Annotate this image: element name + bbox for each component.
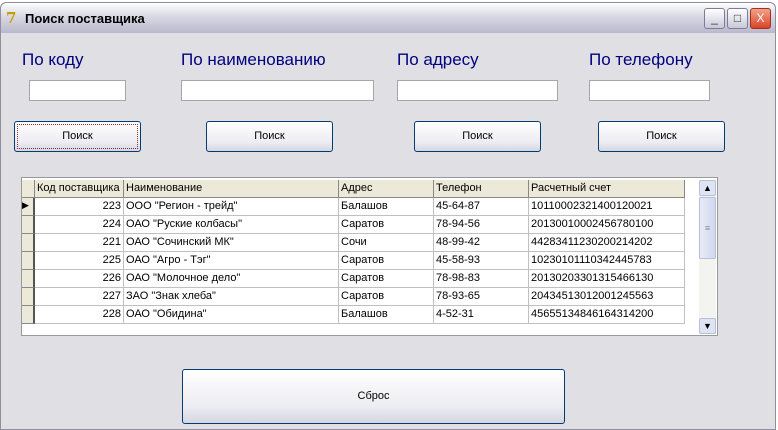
vertical-scrollbar[interactable]: ▲ ≡ ▼ xyxy=(699,180,716,334)
cell-address[interactable]: Сочи xyxy=(339,234,434,252)
row-indicator[interactable] xyxy=(22,306,35,324)
window-title: Поиск поставщика xyxy=(25,11,145,26)
by-code-label: По коду xyxy=(22,50,84,69)
cell-address[interactable]: Саратов xyxy=(339,216,434,234)
cell-code[interactable]: 221 xyxy=(35,234,124,252)
row-indicator[interactable] xyxy=(22,234,35,252)
row-indicator[interactable] xyxy=(22,288,35,306)
name-input[interactable] xyxy=(181,80,374,101)
row-indicator[interactable]: ▶ xyxy=(22,198,35,216)
cell-phone[interactable]: 45-58-93 xyxy=(434,252,529,270)
cell-code[interactable]: 225 xyxy=(35,252,124,270)
title-bar: 7 Поиск поставщика _ □ X xyxy=(1,3,775,33)
cell-account[interactable]: 20434513012001245563 xyxy=(529,288,685,306)
column-header-code[interactable]: Код поставщика xyxy=(35,180,124,198)
column-header-account[interactable]: Расчетный счет xyxy=(529,180,685,198)
app-icon: 7 xyxy=(6,9,17,27)
column-header-name[interactable]: Наименование xyxy=(124,180,339,198)
supplier-search-window: 7 Поиск поставщика _ □ X По коду По наим… xyxy=(0,2,776,430)
reset-button[interactable]: Сброс xyxy=(182,369,565,424)
table-row[interactable]: 221 ОАО "Сочинский МК" Сочи 48-99-42 4428341… xyxy=(22,234,685,252)
maximize-button[interactable]: □ xyxy=(727,8,748,29)
row-indicator[interactable] xyxy=(22,252,35,270)
cell-phone[interactable]: 4-52-31 xyxy=(434,306,529,324)
scroll-thumb[interactable]: ≡ xyxy=(699,197,716,259)
cell-account[interactable]: 44283411230200214202 xyxy=(529,234,685,252)
cell-address[interactable]: Саратов xyxy=(339,252,434,270)
cell-name[interactable]: ОАО "Руские колбасы" xyxy=(124,216,339,234)
cell-name[interactable]: ОАО "Агро - Тэг" xyxy=(124,252,339,270)
cell-name[interactable]: ООО "Регион - трейд" xyxy=(124,198,339,216)
cell-phone[interactable]: 78-98-83 xyxy=(434,270,529,288)
cell-account[interactable]: 20130203301315466130 xyxy=(529,270,685,288)
by-name-label: По наименованию xyxy=(181,50,326,69)
close-button[interactable]: X xyxy=(750,8,771,29)
by-address-label: По адресу xyxy=(397,50,479,69)
phone-input[interactable] xyxy=(589,80,710,101)
cell-address[interactable]: Саратов xyxy=(339,288,434,306)
cell-phone[interactable]: 48-99-42 xyxy=(434,234,529,252)
search-by-phone-button[interactable]: Поиск xyxy=(598,121,725,152)
cell-code[interactable]: 228 xyxy=(35,306,124,324)
cell-name[interactable]: ЗАО "Знак хлеба" xyxy=(124,288,339,306)
cell-phone[interactable]: 45-64-87 xyxy=(434,198,529,216)
table-row[interactable]: 224 ОАО "Руские колбасы" Саратов 78-94-56 20… xyxy=(22,216,685,234)
cell-name[interactable]: ОАО "Сочинский МК" xyxy=(124,234,339,252)
column-header-phone[interactable]: Телефон xyxy=(434,180,529,198)
cell-address[interactable]: Балашов xyxy=(339,198,434,216)
table-row[interactable]: ▶ 223 ООО "Регион - трейд" Балашов 45-64-87 1… xyxy=(22,198,685,216)
table-row[interactable]: 228 ОАО "Обидина" Балашов 4-52-31 4565513484… xyxy=(22,306,685,324)
cell-code[interactable]: 223 xyxy=(35,198,124,216)
by-phone-label: По телефону xyxy=(589,50,693,69)
cell-code[interactable]: 226 xyxy=(35,270,124,288)
search-by-name-button[interactable]: Поиск xyxy=(206,121,333,152)
cell-phone[interactable]: 78-93-65 xyxy=(434,288,529,306)
search-by-code-button[interactable]: Поиск xyxy=(14,121,141,152)
cell-name[interactable]: ОАО "Обидина" xyxy=(124,306,339,324)
scroll-up-icon[interactable]: ▲ xyxy=(699,180,716,196)
grid-header: Код поставщика Наименование Адрес Телефо… xyxy=(22,180,685,198)
table-row[interactable]: 226 ОАО "Молочное дело" Саратов 78-98-83 201… xyxy=(22,270,685,288)
cell-account[interactable]: 10230101110342445783 xyxy=(529,252,685,270)
scroll-down-icon[interactable]: ▼ xyxy=(699,318,716,334)
cell-code[interactable]: 224 xyxy=(35,216,124,234)
cell-account[interactable]: 20130010002456780100 xyxy=(529,216,685,234)
cell-code[interactable]: 227 xyxy=(35,288,124,306)
minimize-button[interactable]: _ xyxy=(704,8,725,29)
row-indicator[interactable] xyxy=(22,216,35,234)
column-header-address[interactable]: Адрес xyxy=(339,180,434,198)
search-by-address-button[interactable]: Поиск xyxy=(414,121,541,152)
cell-account[interactable]: 45655134846164314200 xyxy=(529,306,685,324)
cell-name[interactable]: ОАО "Молочное дело" xyxy=(124,270,339,288)
table-row[interactable]: 225 ОАО "Агро - Тэг" Саратов 45-58-93 102301… xyxy=(22,252,685,270)
address-input[interactable] xyxy=(397,80,558,101)
indicator-header xyxy=(22,180,35,198)
table-row[interactable]: 227 ЗАО "Знак хлеба" Саратов 78-93-65 204345… xyxy=(22,288,685,306)
cell-phone[interactable]: 78-94-56 xyxy=(434,216,529,234)
cell-address[interactable]: Балашов xyxy=(339,306,434,324)
cell-address[interactable]: Саратов xyxy=(339,270,434,288)
cell-account[interactable]: 10110002321400120021 xyxy=(529,198,685,216)
suppliers-grid[interactable]: Код поставщика Наименование Адрес Телефо… xyxy=(21,177,718,336)
code-input[interactable] xyxy=(29,80,126,101)
row-indicator[interactable] xyxy=(22,270,35,288)
